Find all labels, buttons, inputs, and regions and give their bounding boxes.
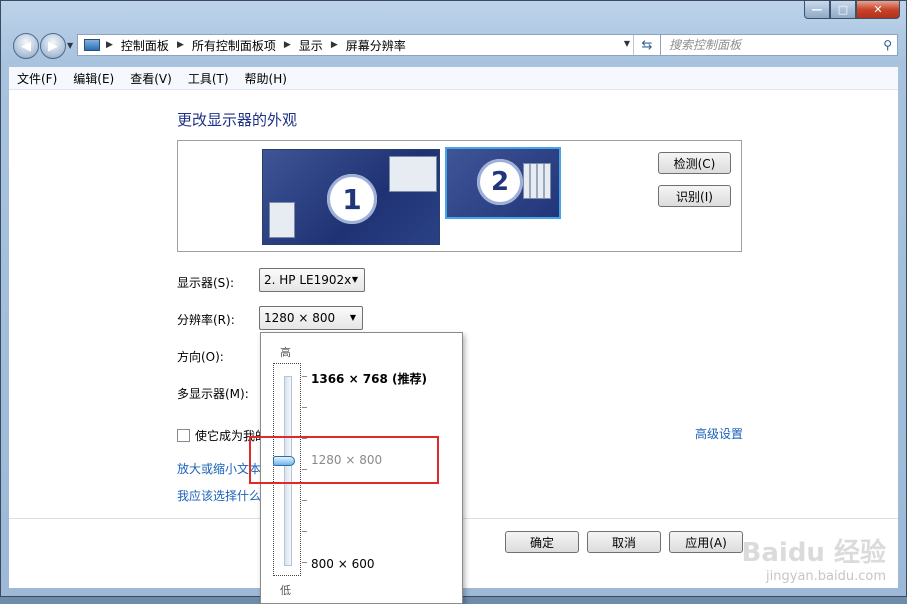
- breadcrumb-display[interactable]: 显示: [299, 37, 323, 54]
- maximize-button[interactable]: □: [830, 1, 856, 19]
- slider-tick: [302, 407, 307, 408]
- resolution-option-800x600[interactable]: 800 × 600: [311, 557, 375, 571]
- search-input[interactable]: 搜索控制面板 ⚲: [660, 34, 898, 56]
- search-placeholder: 搜索控制面板: [669, 38, 742, 52]
- monitor-number-2: 2: [477, 159, 523, 205]
- window-thumbnail-icon: [269, 202, 295, 238]
- arrow-left-icon: ◀: [21, 38, 31, 54]
- menu-view[interactable]: 查看(V): [122, 70, 180, 87]
- menu-edit[interactable]: 编辑(E): [65, 70, 122, 87]
- cancel-button[interactable]: 取消: [587, 531, 661, 553]
- history-dropdown-icon[interactable]: ▼: [67, 41, 73, 50]
- slider-tick: [302, 531, 307, 532]
- address-bar[interactable]: ▶ 控制面板 ▶ 所有控制面板项 ▶ 显示 ▶ 屏幕分辨率 ▼ ⇆: [77, 34, 661, 56]
- resolution-label: 分辨率(R):: [177, 313, 235, 327]
- resolution-value: 1280 × 800: [264, 311, 336, 325]
- checkbox-icon[interactable]: [177, 429, 190, 442]
- multi-display-label: 多显示器(M):: [177, 387, 249, 401]
- display-value: 2. HP LE1902x: [264, 273, 352, 287]
- resolution-option-1366x768[interactable]: 1366 × 768 (推荐): [311, 370, 427, 387]
- identify-button[interactable]: 识别(I): [658, 185, 731, 207]
- window-controls: — □ ✕: [804, 1, 900, 21]
- monitor-number-1: 1: [327, 174, 377, 224]
- control-panel-icon: [84, 39, 100, 51]
- forward-button[interactable]: ▶: [40, 33, 66, 59]
- highlight-box: [249, 436, 439, 484]
- slider-high-label: 高: [280, 346, 291, 359]
- menu-tools[interactable]: 工具(T): [180, 70, 237, 87]
- slider-low-label: 低: [280, 584, 291, 597]
- chevron-right-icon[interactable]: ▶: [177, 40, 184, 50]
- calculator-thumbnail-icon: [523, 163, 551, 199]
- help-link[interactable]: 我应该选择什么: [177, 487, 261, 504]
- apply-button[interactable]: 应用(A): [669, 531, 743, 553]
- ok-button[interactable]: 确定: [505, 531, 579, 553]
- monitor-2[interactable]: 2: [445, 147, 561, 219]
- search-icon[interactable]: ⚲: [883, 35, 892, 55]
- back-button[interactable]: ◀: [13, 33, 39, 59]
- watermark-url: jingyan.baidu.com: [766, 569, 886, 584]
- slider-tick: [302, 562, 307, 563]
- address-dropdown-icon[interactable]: ▼: [624, 39, 630, 48]
- breadcrumb-control-panel[interactable]: 控制面板: [121, 37, 169, 54]
- baidu-watermark: Baidu 经验 jingyan.baidu.com: [742, 532, 886, 584]
- chevron-right-icon[interactable]: ▶: [284, 40, 291, 50]
- menu-bar: 文件(F) 编辑(E) 查看(V) 工具(T) 帮助(H): [9, 67, 898, 90]
- breadcrumb-all-items[interactable]: 所有控制面板项: [192, 37, 276, 54]
- control-panel-window: — □ ✕ ◀ ▶ ▼ ▶ 控制面板 ▶ 所有控制面板项 ▶ 显示 ▶ 屏幕分辨…: [0, 0, 907, 604]
- display-select[interactable]: 2. HP LE1902x ▼: [259, 268, 365, 292]
- monitor-arrangement: 1 2 检测(C) 识别(I): [177, 140, 742, 252]
- page-title: 更改显示器的外观: [177, 111, 298, 129]
- close-button[interactable]: ✕: [856, 1, 900, 19]
- main-content: 更改显示器的外观 1 2 检测(C) 识别(I) 显示器(S): 2. HP L…: [9, 90, 898, 604]
- window-thumbnail-icon: [389, 156, 437, 192]
- resolution-select[interactable]: 1280 × 800 ▼: [259, 306, 363, 330]
- menu-file[interactable]: 文件(F): [9, 70, 65, 87]
- slider-tick: [302, 500, 307, 501]
- detect-button[interactable]: 检测(C): [658, 152, 731, 174]
- display-label: 显示器(S):: [177, 276, 235, 290]
- arrow-right-icon: ▶: [48, 38, 58, 54]
- chevron-right-icon[interactable]: ▶: [106, 40, 113, 50]
- menu-help[interactable]: 帮助(H): [237, 70, 295, 87]
- slider-tick: [302, 376, 307, 377]
- breadcrumb-screen-resolution[interactable]: 屏幕分辨率: [346, 37, 406, 54]
- chevron-down-icon: ▼: [351, 275, 358, 284]
- chevron-down-icon: ▼: [349, 313, 356, 322]
- navigation-bar: ◀ ▶ ▼ ▶ 控制面板 ▶ 所有控制面板项 ▶ 显示 ▶ 屏幕分辨率 ▼ ⇆ …: [9, 33, 898, 59]
- chevron-right-icon[interactable]: ▶: [331, 40, 338, 50]
- watermark-logo: Baidu 经验: [741, 538, 886, 568]
- advanced-settings-link[interactable]: 高级设置: [695, 425, 743, 442]
- minimize-button[interactable]: —: [804, 1, 830, 19]
- orientation-label: 方向(O):: [177, 350, 224, 364]
- refresh-icon[interactable]: ⇆: [633, 35, 660, 55]
- monitor-1[interactable]: 1: [262, 149, 440, 245]
